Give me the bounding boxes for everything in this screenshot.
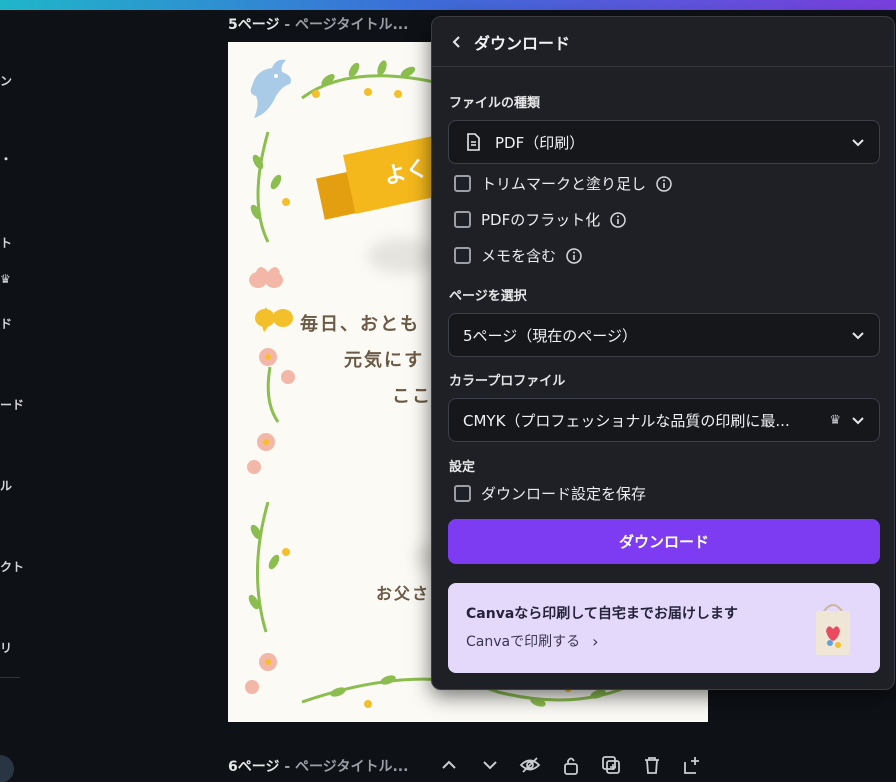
- info-icon[interactable]: [566, 247, 582, 264]
- save-settings-checkbox[interactable]: ダウンロード設定を保存: [454, 483, 646, 504]
- file-type-select[interactable]: PDF（印刷）: [448, 120, 880, 164]
- checkbox[interactable]: [454, 211, 471, 228]
- page-title[interactable]: ページタイトル...: [295, 17, 408, 33]
- trash-icon[interactable]: [641, 754, 663, 776]
- sidebar-item-label[interactable]: ード: [0, 396, 24, 413]
- sidebar-item-label[interactable]: ・: [0, 150, 12, 167]
- sidebar-divider: [0, 677, 20, 678]
- sidebar-item-label[interactable]: ル: [0, 477, 12, 494]
- sidebar-item-label[interactable]: クト: [0, 558, 24, 575]
- panel-header: ダウンロード: [432, 17, 894, 67]
- page-select-label: ページを選択: [449, 289, 527, 304]
- page-select[interactable]: 5ページ（現在のページ）: [448, 313, 880, 357]
- trim-marks-checkbox[interactable]: トリムマークと塗り足し: [454, 173, 672, 194]
- settings-label: 設定: [449, 460, 476, 475]
- back-icon[interactable]: [450, 35, 464, 49]
- chevron-up-icon[interactable]: [438, 754, 460, 776]
- print-with-canva-link[interactable]: Canvaで印刷する ›: [466, 631, 599, 651]
- bird-illustration: [250, 59, 291, 118]
- card-text-line: 毎日、おとも: [300, 314, 420, 335]
- duplicate-icon[interactable]: [600, 754, 622, 776]
- print-promo-card[interactable]: Canvaなら印刷して自宅までお届けします Canvaで印刷する ›: [448, 583, 880, 673]
- color-profile-value: CMYK（プロフェッショナルな品質の印刷に最...: [463, 411, 790, 430]
- add-page-icon[interactable]: [681, 754, 703, 776]
- chevron-right-icon: ›: [592, 631, 599, 651]
- color-profile-select[interactable]: CMYK（プロフェッショナルな品質の印刷に最... ♛: [448, 398, 880, 442]
- sidebar-item-label[interactable]: ド: [0, 315, 12, 332]
- page-6-header[interactable]: 6ページ - ページタイトル...: [228, 756, 408, 776]
- crown-icon: ♛: [829, 412, 841, 428]
- eye-slash-icon[interactable]: [519, 754, 541, 776]
- sidebar-item-label[interactable]: リ: [0, 639, 12, 656]
- page-number: 5ページ: [228, 17, 280, 33]
- download-button[interactable]: ダウンロード: [448, 519, 880, 564]
- left-border-illustration: [245, 131, 295, 694]
- info-icon[interactable]: [656, 175, 672, 192]
- card-text-line: ここ: [392, 386, 432, 407]
- page-number: 6ページ: [228, 759, 280, 775]
- butterfly-illustration: [255, 309, 293, 327]
- file-type-label: ファイルの種類: [449, 96, 541, 111]
- checkbox[interactable]: [454, 175, 471, 192]
- page-title[interactable]: ページタイトル...: [295, 759, 408, 775]
- vine-illustration: [301, 60, 435, 100]
- avatar[interactable]: [0, 755, 14, 782]
- info-icon[interactable]: [610, 211, 626, 228]
- butterfly-illustration: [249, 272, 283, 288]
- color-profile-label: カラープロファイル: [449, 374, 566, 389]
- chevron-down-icon: [852, 332, 864, 340]
- card-text-line: お父さ: [376, 584, 431, 603]
- chevron-down-icon: [852, 417, 864, 425]
- document-icon: [467, 133, 480, 151]
- lock-icon[interactable]: [560, 754, 582, 776]
- page-select-value: 5ページ（現在のページ）: [463, 326, 637, 345]
- page-5-header[interactable]: 5ページ - ページタイトル...: [228, 14, 408, 34]
- panel-title: ダウンロード: [474, 33, 571, 53]
- chevron-down-icon[interactable]: [479, 754, 501, 776]
- sidebar-item-label[interactable]: ン: [0, 72, 12, 89]
- top-gradient-bar: [0, 0, 896, 10]
- promo-title: Canvaなら印刷して自宅までお届けします: [466, 606, 738, 622]
- checkbox[interactable]: [454, 247, 471, 264]
- include-notes-checkbox[interactable]: メモを含む: [454, 245, 582, 266]
- chevron-down-icon: [852, 139, 864, 147]
- card-text-line: 元気にす: [344, 350, 425, 371]
- checkbox[interactable]: [454, 485, 471, 502]
- sidebar-item-label[interactable]: ト: [0, 234, 12, 251]
- tote-bag-image: [816, 604, 850, 655]
- crown-icon: ♛: [0, 272, 11, 286]
- blurred-area: [368, 238, 438, 274]
- download-panel: ダウンロード ファイルの種類 PDF（印刷） トリムマークと塗り足し PDFのフ…: [431, 16, 895, 690]
- file-type-value: PDF（印刷）: [495, 133, 585, 152]
- flatten-pdf-checkbox[interactable]: PDFのフラット化: [454, 209, 626, 230]
